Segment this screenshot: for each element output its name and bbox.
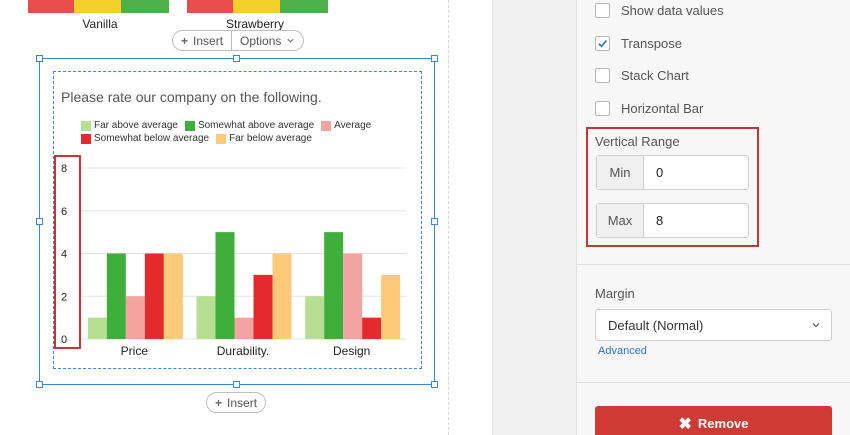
option-stack-chart[interactable]: Stack Chart bbox=[595, 68, 689, 83]
option-label: Horizontal Bar bbox=[621, 101, 704, 116]
option-label: Transpose bbox=[621, 36, 682, 51]
bottom-insert-toolbar: + Insert bbox=[206, 392, 267, 413]
remove-label: Remove bbox=[697, 416, 749, 431]
bar bbox=[272, 253, 292, 339]
stack-chart-checkbox[interactable] bbox=[595, 68, 610, 83]
option-label: Stack Chart bbox=[621, 68, 689, 83]
min-input[interactable]: 0 bbox=[644, 156, 748, 189]
bar bbox=[87, 317, 107, 339]
bar bbox=[144, 253, 164, 339]
margin-select[interactable]: Default (Normal) bbox=[595, 309, 832, 341]
panel-gutter bbox=[492, 0, 576, 435]
transpose-checkbox[interactable] bbox=[595, 36, 610, 51]
bar bbox=[106, 253, 126, 339]
y-axis-highlight-box bbox=[54, 155, 81, 349]
remove-button[interactable]: ✖ Remove bbox=[595, 406, 832, 435]
x-tick-label: Design bbox=[333, 344, 370, 358]
max-input[interactable]: 8 bbox=[644, 204, 748, 237]
margin-label: Margin bbox=[595, 286, 635, 301]
option-show-data-values[interactable]: Show data values bbox=[595, 3, 724, 18]
bar bbox=[324, 232, 344, 339]
bar bbox=[362, 317, 382, 339]
x-tick-label: Durability. bbox=[217, 344, 269, 358]
plus-icon: + bbox=[215, 395, 223, 410]
option-transpose[interactable]: Transpose bbox=[595, 36, 682, 51]
close-icon: ✖ bbox=[678, 415, 692, 433]
max-range-field: Max 8 bbox=[596, 203, 749, 238]
advanced-link[interactable]: Advanced bbox=[598, 345, 647, 357]
insert-button[interactable]: + Insert bbox=[207, 393, 265, 412]
bar bbox=[234, 317, 254, 339]
show-data-values-checkbox[interactable] bbox=[595, 3, 610, 18]
bar bbox=[305, 296, 325, 339]
bar bbox=[343, 253, 363, 339]
option-horizontal-bar[interactable]: Horizontal Bar bbox=[595, 101, 703, 116]
canvas-guide-line bbox=[448, 0, 449, 435]
bar bbox=[196, 296, 216, 339]
option-label: Show data values bbox=[621, 3, 724, 18]
checkmark-icon bbox=[598, 39, 608, 48]
bar bbox=[215, 232, 235, 339]
bar bbox=[125, 296, 145, 339]
bar bbox=[163, 253, 183, 339]
survey-canvas: Vanilla Strawberry + Insert Options Plea… bbox=[0, 0, 492, 435]
section-divider bbox=[577, 264, 850, 265]
chevron-down-icon bbox=[812, 323, 820, 328]
max-label: Max bbox=[597, 204, 644, 237]
bar bbox=[253, 274, 273, 339]
insert-label: Insert bbox=[227, 395, 258, 410]
x-tick-label: Price bbox=[121, 344, 149, 358]
vertical-range-label: Vertical Range bbox=[595, 134, 680, 149]
margin-selected-value: Default (Normal) bbox=[608, 317, 704, 333]
bar bbox=[381, 274, 401, 339]
section-divider bbox=[577, 382, 850, 383]
min-range-field: Min 0 bbox=[596, 155, 749, 190]
min-label: Min bbox=[597, 156, 644, 189]
horizontal-bar-checkbox[interactable] bbox=[595, 101, 610, 116]
